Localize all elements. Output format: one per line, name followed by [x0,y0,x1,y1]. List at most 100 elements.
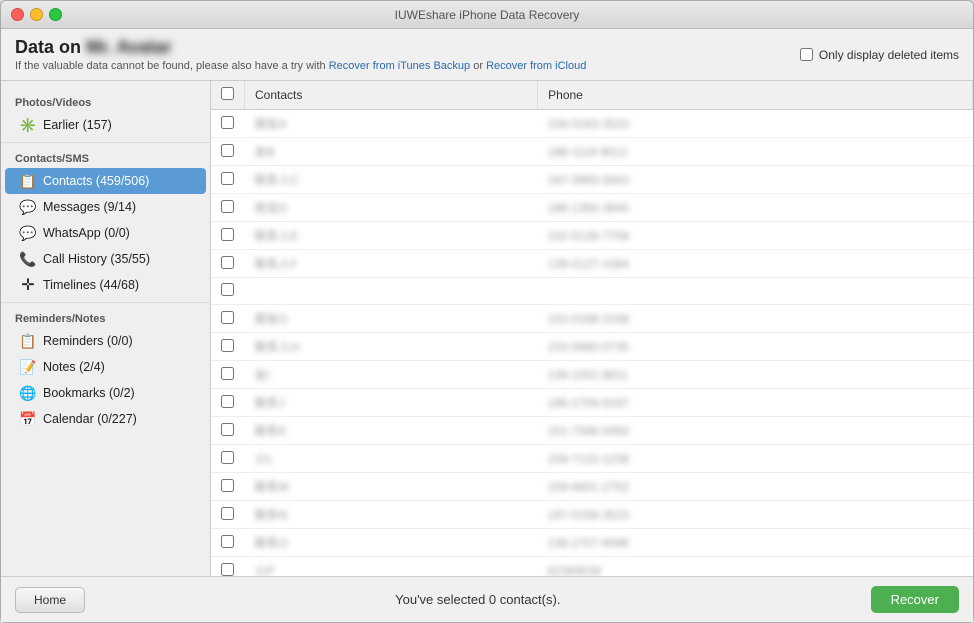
row-phone: 138-2707-6096 [538,529,973,557]
row-contact-name: 小P [245,557,538,577]
row-phone: 152-0188-3188 [538,305,973,333]
row-phone: 62369538 [538,557,973,577]
row-phone: 159-7122-1238 [538,445,973,473]
row-checkbox[interactable] [221,172,234,185]
row-checkbox[interactable] [221,423,234,436]
reminders-icon: 📋 [19,332,37,350]
row-checkbox[interactable] [221,507,234,520]
close-button[interactable] [11,8,24,21]
titlebar: IUWEshare iPhone Data Recovery [1,1,973,29]
row-contact-name: 友I [245,361,538,389]
row-phone: 186-2709-9187 [538,389,973,417]
row-checkbox-cell[interactable] [211,557,245,577]
footer-bar: Home You've selected 0 contact(s). Recov… [1,576,973,622]
row-phone: 139-0127-1084 [538,250,973,278]
sidebar-item-label: Messages (9/14) [43,200,136,214]
row-checkbox[interactable] [221,395,234,408]
row-checkbox[interactable] [221,144,234,157]
header-subtext: If the valuable data cannot be found, pl… [15,60,586,72]
table-row: 联系M159-6601-2752 [211,473,973,501]
row-contact-name: 联系N [245,501,538,529]
sidebar-section-contacts: Contacts/SMS [1,147,210,168]
row-contact-name: 联系O [245,529,538,557]
row-checkbox-cell[interactable] [211,305,245,333]
callhistory-icon: 📞 [19,250,37,268]
icloud-link[interactable]: Recover from iCloud [486,60,586,72]
content-area: Contacts Phone 朋友A156-0163-3523友B188-111… [211,81,973,576]
sidebar-item-contacts[interactable]: 📋 Contacts (459/506) [5,168,206,194]
home-button[interactable]: Home [15,587,85,613]
table-row [211,278,973,305]
row-phone: 151-7596-5060 [538,417,973,445]
sidebar-item-label: Notes (2/4) [43,360,105,374]
row-checkbox[interactable] [221,479,234,492]
row-checkbox-cell[interactable] [211,222,245,250]
footer-status: You've selected 0 contact(s). [395,592,560,607]
sidebar-item-timelines[interactable]: ✛ Timelines (44/68) [5,272,206,298]
sidebar-item-label: Bookmarks (0/2) [43,386,135,400]
row-contact-name: 姓名D [245,194,538,222]
minimize-button[interactable] [30,8,43,21]
select-all-checkbox[interactable] [221,87,234,100]
recover-button[interactable]: Recover [871,586,959,613]
itunes-backup-link[interactable]: Recover from iTunes Backup [329,60,470,72]
sidebar-item-notes[interactable]: 📝 Notes (2/4) [5,354,206,380]
calendar-icon: 📅 [19,410,37,428]
row-checkbox-cell[interactable] [211,529,245,557]
sidebar-item-whatsapp[interactable]: 💬 WhatsApp (0/0) [5,220,206,246]
row-checkbox[interactable] [221,367,234,380]
row-checkbox-cell[interactable] [211,250,245,278]
contacts-table: Contacts Phone 朋友A156-0163-3523友B188-111… [211,81,973,576]
row-checkbox[interactable] [221,339,234,352]
sidebar-section-reminders: Reminders/Notes [1,307,210,328]
table-row: 联系O138-2707-6096 [211,529,973,557]
row-contact-name: 朋友G [245,305,538,333]
row-checkbox-cell[interactable] [211,417,245,445]
col-phone: Phone [538,81,973,110]
only-deleted-checkbox[interactable] [800,48,813,61]
table-row: 联系N187-0158-3523 [211,501,973,529]
row-checkbox[interactable] [221,451,234,464]
sidebar-item-label: Reminders (0/0) [43,334,133,348]
only-deleted-label: Only display deleted items [819,48,959,62]
table-row: 联系人C187-3960-5843 [211,166,973,194]
sidebar-item-calendar[interactable]: 📅 Calendar (0/227) [5,406,206,432]
row-checkbox[interactable] [221,283,234,296]
row-checkbox-cell[interactable] [211,110,245,138]
row-checkbox[interactable] [221,200,234,213]
row-contact-name: 联系人F [245,250,538,278]
row-checkbox-cell[interactable] [211,473,245,501]
row-checkbox[interactable] [221,256,234,269]
row-checkbox[interactable] [221,563,234,576]
sidebar-item-callhistory[interactable]: 📞 Call History (35/55) [5,246,206,272]
maximize-button[interactable] [49,8,62,21]
sidebar-item-messages[interactable]: 💬 Messages (9/14) [5,194,206,220]
row-phone: 153-0880-0735 [538,333,973,361]
row-checkbox-cell[interactable] [211,138,245,166]
row-checkbox-cell[interactable] [211,166,245,194]
table-row: 朋友A156-0163-3523 [211,110,973,138]
row-checkbox[interactable] [221,535,234,548]
row-checkbox-cell[interactable] [211,361,245,389]
row-checkbox[interactable] [221,311,234,324]
row-checkbox-cell[interactable] [211,445,245,473]
row-checkbox-cell[interactable] [211,389,245,417]
row-phone: 187-0158-3523 [538,501,973,529]
table-row: 联系人E152-0128-7758 [211,222,973,250]
table-row: 友I139-1001-9811 [211,361,973,389]
header-options: Only display deleted items [800,48,959,62]
sidebar-item-earlier[interactable]: ✳️ Earlier (157) [5,112,206,138]
sidebar-item-bookmarks[interactable]: 🌐 Bookmarks (0/2) [5,380,206,406]
row-checkbox[interactable] [221,116,234,129]
row-checkbox-cell[interactable] [211,194,245,222]
row-checkbox[interactable] [221,228,234,241]
sidebar-item-reminders[interactable]: 📋 Reminders (0/0) [5,328,206,354]
sidebar-item-label: WhatsApp (0/0) [43,226,130,240]
whatsapp-icon: 💬 [19,224,37,242]
row-checkbox-cell[interactable] [211,278,245,305]
row-checkbox-cell[interactable] [211,501,245,529]
row-phone: 159-6601-2752 [538,473,973,501]
contacts-table-container[interactable]: Contacts Phone 朋友A156-0163-3523友B188-111… [211,81,973,576]
row-checkbox-cell[interactable] [211,333,245,361]
page-headline: Data on Mr. Avatar [15,37,586,58]
